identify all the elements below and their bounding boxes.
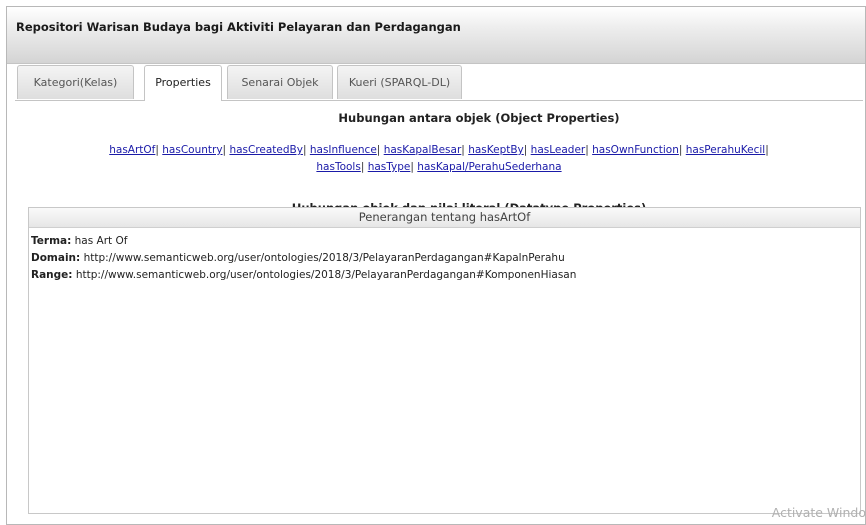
link-separator: | (765, 144, 769, 156)
range-label: Range: (31, 269, 73, 281)
domain-label: Domain: (31, 252, 81, 264)
object-property-link-hastype[interactable]: hasType (368, 161, 411, 173)
link-separator: | (523, 144, 531, 156)
object-property-link-hascountry[interactable]: hasCountry (162, 144, 222, 156)
tab-kueri[interactable]: Kueri (SPARQL-DL) (337, 65, 462, 99)
terma-label: Terma: (31, 235, 72, 247)
tab-senarai-objek[interactable]: Senarai Objek (227, 65, 333, 99)
object-properties-links-row1: hasArtOf| hasCountry| hasCreatedBy| hasI… (15, 144, 863, 156)
tab-kategori[interactable]: Kategori(Kelas) (17, 65, 134, 99)
title-bar: Repositori Warisan Budaya bagi Aktiviti … (7, 7, 865, 64)
terma-value: has Art Of (74, 235, 128, 247)
object-property-link-hascreatedby[interactable]: hasCreatedBy (229, 144, 303, 156)
object-property-link-hastools[interactable]: hasTools (316, 161, 360, 173)
activate-windows-watermark: Activate Windo (771, 505, 866, 520)
object-properties-heading: Hubungan antara objek (Object Properties… (338, 111, 620, 125)
object-property-link-hasperahukecil[interactable]: hasPerahuKecil (686, 144, 765, 156)
detail-header: Penerangan tentang hasArtOf (29, 208, 860, 228)
range-value: http://www.semanticweb.org/user/ontologi… (75, 269, 577, 281)
object-property-link-hasownfunction[interactable]: hasOwnFunction (592, 144, 679, 156)
object-property-link-haskapal-perahusederhana[interactable]: hasKapal/PerahuSederhana (417, 161, 561, 173)
app-title: Repositori Warisan Budaya bagi Aktiviti … (16, 20, 461, 34)
link-separator: | (376, 144, 384, 156)
link-separator: | (360, 161, 368, 173)
object-property-link-hasleader[interactable]: hasLeader (531, 144, 586, 156)
detail-range: Range: http://www.semanticweb.org/user/o… (31, 269, 576, 281)
object-properties-links-row2: hasTools| hasType| hasKapal/PerahuSederh… (15, 161, 863, 173)
link-separator: | (678, 144, 686, 156)
detail-terma: Terma: has Art Of (31, 235, 127, 247)
link-separator: | (302, 144, 310, 156)
property-detail-panel: Penerangan tentang hasArtOf Terma: has A… (28, 207, 861, 514)
domain-value: http://www.semanticweb.org/user/ontologi… (83, 252, 565, 264)
object-property-link-hasinfluence[interactable]: hasInfluence (310, 144, 377, 156)
object-property-link-haskapalbesar[interactable]: hasKapalBesar (384, 144, 462, 156)
object-property-link-haskeptby[interactable]: hasKeptBy (468, 144, 524, 156)
detail-domain: Domain: http://www.semanticweb.org/user/… (31, 252, 565, 264)
tab-properties[interactable]: Properties (144, 65, 222, 101)
object-property-link-hasartof[interactable]: hasArtOf (109, 144, 155, 156)
